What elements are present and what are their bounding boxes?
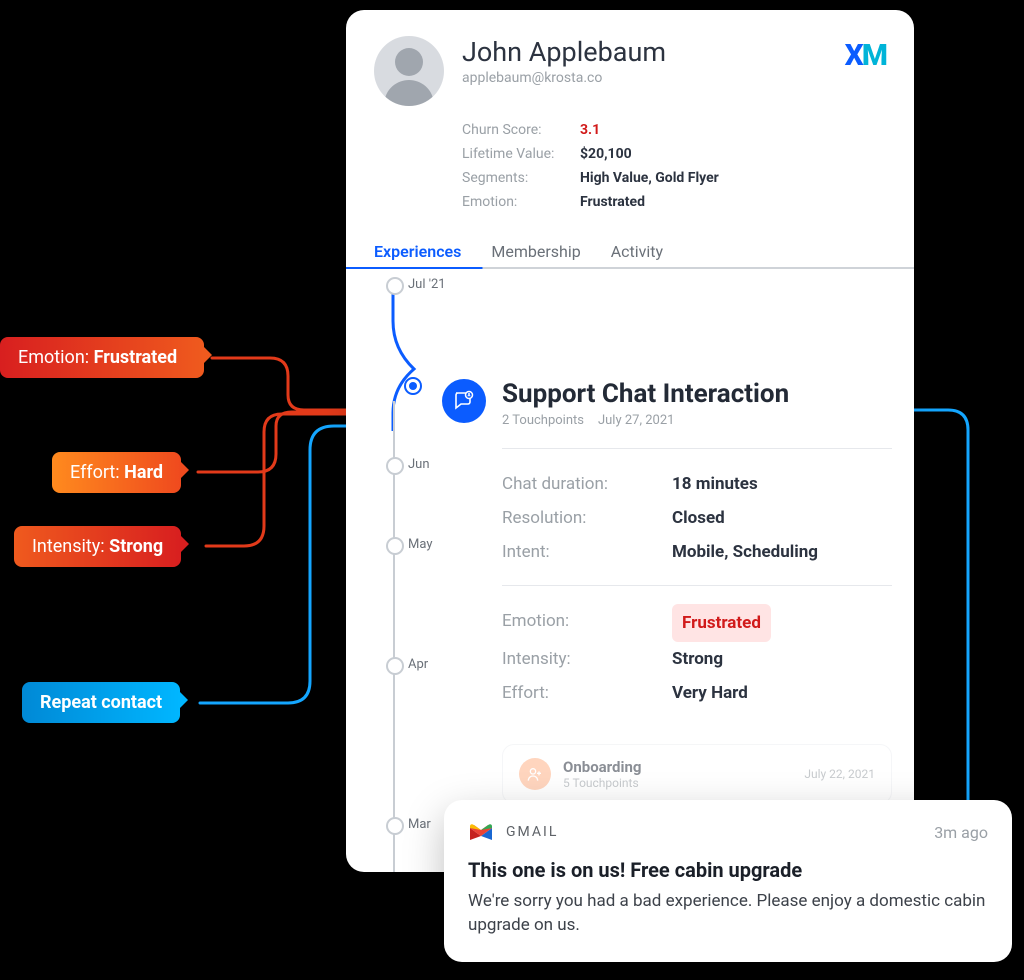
tick-label-mar: Mar: [408, 817, 431, 832]
resolution: Closed: [672, 501, 725, 535]
tick-label-jun: Jun: [408, 457, 430, 472]
faded-title: Onboarding: [563, 758, 641, 776]
event-effort: Very Hard: [672, 676, 748, 710]
email-toast[interactable]: GMAIL 3m ago This one is on us! Free cab…: [444, 800, 1012, 962]
toast-subject: This one is on us! Free cabin upgrade: [468, 858, 988, 882]
timeline-swoop: [364, 291, 436, 431]
event-title: Support Chat Interaction: [502, 379, 789, 409]
pill-emotion: Emotion: Frustrated: [0, 337, 204, 378]
timeline: Jul '21 Jun May Apr Mar Support Chat Int…: [346, 269, 914, 850]
lifetime-value: $20,100: [580, 142, 632, 166]
segments: High Value, Gold Flyer: [580, 166, 719, 190]
avatar: [374, 36, 444, 106]
profile-name: John Applebaum: [462, 38, 845, 68]
tick-label-jul: Jul '21: [408, 277, 446, 292]
support-chat-icon: [442, 379, 486, 423]
tick-apr: [386, 657, 404, 675]
toast-time: 3m ago: [934, 823, 988, 842]
toast-source: GMAIL: [506, 824, 558, 840]
toast-body: We're sorry you had a bad experience. Pl…: [468, 890, 988, 938]
tick-may: [386, 537, 404, 555]
profile-card: John Applebaum applebaum@krosta.co XM Ch…: [346, 10, 914, 872]
churn-score: 3.1: [580, 118, 600, 142]
pill-intensity: Intensity: Strong: [14, 526, 181, 567]
user-plus-icon: [519, 758, 551, 790]
tick-mar: [386, 817, 404, 835]
brand-logo: XM: [845, 38, 886, 73]
event-intensity: Strong: [672, 642, 723, 676]
faded-date: July 22, 2021: [804, 767, 875, 781]
faded-sub: 5 Touchpoints: [563, 776, 641, 790]
tick-event-active: [404, 377, 422, 395]
profile-email: applebaum@krosta.co: [462, 70, 845, 86]
event-date: July 27, 2021: [598, 413, 675, 428]
event-onboarding-faded[interactable]: Onboarding 5 Touchpoints July 22, 2021: [502, 744, 892, 804]
emotion: Frustrated: [580, 190, 645, 214]
gmail-icon: [468, 822, 494, 842]
tab-membership[interactable]: Membership: [491, 236, 580, 267]
pill-repeat-contact: Repeat contact: [22, 682, 180, 723]
tabs: Experiences Membership Activity: [346, 236, 914, 269]
tick-label-may: May: [408, 537, 432, 552]
tab-experiences[interactable]: Experiences: [374, 236, 461, 267]
pill-effort: Effort: Hard: [52, 452, 181, 493]
tick-jul: [386, 277, 404, 295]
tab-activity[interactable]: Activity: [611, 236, 663, 267]
tick-jun: [386, 457, 404, 475]
intent: Mobile, Scheduling: [672, 535, 818, 569]
event-emotion-badge: Frustrated: [672, 604, 771, 642]
tick-label-apr: Apr: [408, 657, 428, 672]
event-support-chat[interactable]: Support Chat Interaction 2 Touchpoints Ju…: [442, 379, 892, 730]
profile-meta: Churn Score:3.1 Lifetime Value:$20,100 S…: [346, 114, 914, 224]
event-touchpoints: 2 Touchpoints: [502, 413, 584, 428]
chat-duration: 18 minutes: [672, 467, 758, 501]
